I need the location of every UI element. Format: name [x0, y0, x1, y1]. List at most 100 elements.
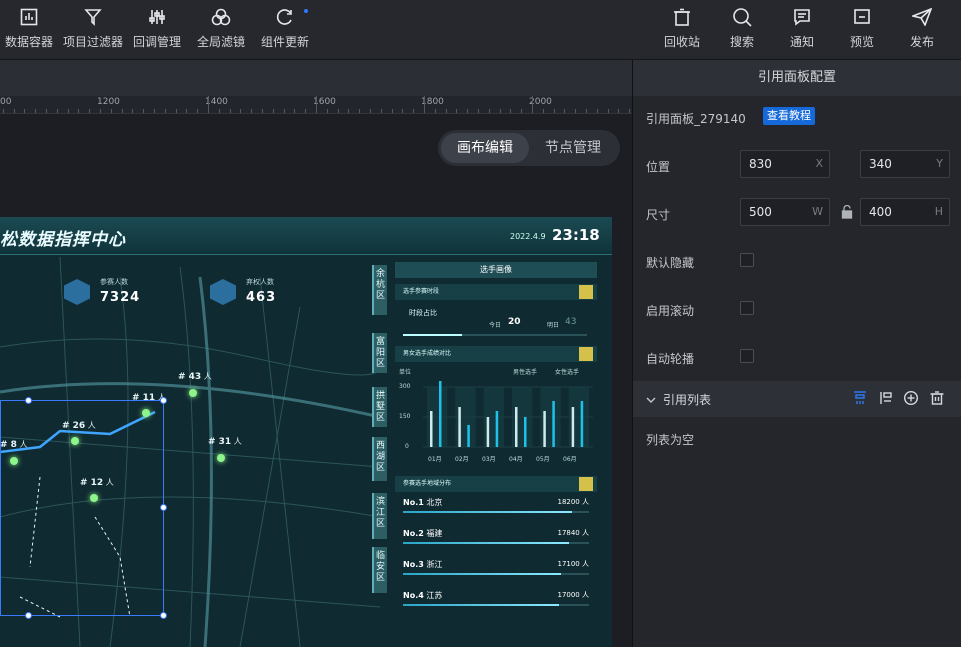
recycle-bin-button[interactable]: 回收站	[662, 6, 702, 52]
district-tab[interactable]: 滨江区	[372, 493, 387, 539]
size-label: 尺寸	[646, 208, 671, 222]
bar-male	[543, 411, 546, 447]
ruler-tick	[499, 109, 501, 113]
rank-bar-fill	[403, 511, 573, 513]
align-top-icon[interactable]	[852, 390, 868, 406]
tab-node-manage[interactable]: 节点管理	[529, 133, 617, 163]
preview-button[interactable]: 预览	[842, 6, 882, 52]
ruler-tick	[294, 109, 296, 113]
position-y-input[interactable]: 340 Y	[860, 150, 950, 178]
delete-icon[interactable]	[929, 390, 945, 406]
ruler-tick	[89, 109, 91, 113]
ruler-tick	[132, 109, 134, 113]
x-tick: 02月	[455, 456, 469, 463]
canvas-subbar	[0, 60, 632, 96]
x-tick: 01月	[428, 456, 442, 463]
config-panel: 引用面板配置 引用面板_279140 查看教程 位置 830 X 340 Y 尺寸 …	[632, 60, 961, 647]
rank-bar-track	[403, 542, 589, 544]
recycle-bin-label: 回收站	[663, 35, 700, 49]
panel-name: 引用面板_279140	[646, 112, 746, 126]
search-button[interactable]: 搜索	[722, 6, 762, 52]
callback-manage-button[interactable]: 回调管理	[132, 6, 182, 52]
ruler-tick	[586, 109, 587, 113]
ruler-tick	[186, 109, 188, 113]
district-tab[interactable]: 富阳区	[372, 333, 387, 373]
district-tab[interactable]: 余杭区	[372, 265, 387, 315]
ruler-tick	[564, 109, 566, 113]
ruler-tick	[488, 109, 490, 113]
today-label: 今日	[489, 322, 502, 329]
size-w-input[interactable]: 500 W	[740, 198, 830, 226]
rank-row: No.1 北京 18200 人	[395, 492, 597, 523]
rank-row: No.4 江苏 17000 人	[395, 585, 597, 616]
district-tab[interactable]: 拱墅区	[372, 387, 387, 427]
side-title: 选手画像	[395, 262, 597, 278]
notify-label: 通知	[789, 35, 814, 49]
screen-side-panel: 选手画像 选手参赛时段 时段占比 今日 20 明日 43 男女选手成绩对比 单位…	[395, 262, 597, 642]
project-filter-button[interactable]: 项目过滤器	[62, 6, 124, 52]
reference-list-header[interactable]: 引用列表	[633, 381, 961, 417]
ruler-tick	[326, 109, 328, 113]
notify-button[interactable]: 通知	[782, 6, 822, 52]
selection-box[interactable]	[0, 400, 164, 616]
data-container-label: 数据容器	[4, 35, 53, 49]
map-poi-marker[interactable]	[189, 389, 197, 397]
kpi-withdrawn: 弃权人数 463	[210, 277, 276, 305]
rank-row: No.2 福建 17840 人	[395, 523, 597, 554]
resize-handle[interactable]	[160, 504, 167, 511]
preview-icon	[851, 6, 873, 28]
dashboard-screen[interactable]: 松数据指挥中心 2022.4.9 23:18 参赛人数 7324 弃权人数 463 …	[0, 217, 612, 647]
time-share-fill	[403, 334, 462, 336]
district-tab[interactable]: 临安区	[372, 547, 387, 593]
bolt-icon	[579, 285, 593, 299]
list-view-icon[interactable]	[878, 390, 894, 406]
bar-female	[467, 425, 470, 447]
component-update-button[interactable]: 组件更新	[260, 6, 310, 52]
resize-handle[interactable]	[25, 397, 32, 404]
size-h-input[interactable]: 400 H	[860, 198, 950, 226]
tab-canvas-edit[interactable]: 画布编辑	[441, 133, 529, 163]
rank-bar-track	[403, 573, 589, 575]
add-icon[interactable]	[903, 390, 919, 406]
search-icon	[731, 6, 753, 28]
default-hidden-checkbox[interactable]	[740, 253, 754, 267]
auto-carousel-checkbox[interactable]	[740, 349, 754, 363]
map-label: # 43 人	[178, 372, 212, 382]
participants-icon	[64, 279, 90, 305]
view-tutorial-button[interactable]: 查看教程	[763, 107, 815, 125]
x-tick: 05月	[536, 456, 550, 463]
resize-handle[interactable]	[160, 612, 167, 619]
publish-button[interactable]: 发布	[902, 6, 942, 52]
ruler-tick	[575, 109, 577, 113]
ruler-tick	[359, 109, 361, 113]
ruler-tick	[316, 96, 317, 113]
resize-handle[interactable]	[160, 397, 167, 404]
time-share-block: 时段占比 今日 20 明日 43	[395, 300, 597, 340]
rank-value: 17100 人	[557, 560, 589, 568]
ruler-tick	[348, 109, 350, 113]
ruler-tick	[2, 109, 4, 113]
rank-value: 17000 人	[557, 591, 589, 599]
district-tab[interactable]: 西湖区	[372, 437, 387, 481]
ruler-tick	[283, 109, 285, 113]
lock-icon[interactable]	[841, 204, 853, 223]
map-poi-marker[interactable]	[217, 454, 225, 462]
position-x-input[interactable]: 830 X	[740, 150, 830, 178]
global-filter-button[interactable]: 全局滤镜	[196, 6, 246, 52]
block-header: 男女选手成绩对比	[395, 346, 597, 362]
resize-handle[interactable]	[25, 612, 32, 619]
filter-icon	[82, 6, 104, 28]
send-icon	[911, 6, 933, 28]
ruler-tick	[402, 109, 404, 113]
data-container-button[interactable]: 数据容器	[4, 6, 54, 52]
x-tick: 06月	[563, 456, 577, 463]
ruler-tick	[510, 109, 512, 113]
chevron-down-icon[interactable]	[645, 391, 657, 410]
rank-bar-fill	[403, 573, 562, 575]
screen-time: 23:18	[552, 226, 600, 244]
screen-title: 松数据指挥中心	[0, 230, 126, 250]
kpi-label: 参赛人数	[100, 278, 128, 286]
search-label: 搜索	[729, 35, 754, 49]
top-toolbar: 数据容器 项目过滤器 回调管理 全局滤镜 组件更新 回收站 搜索 通知 预览 发…	[0, 0, 961, 60]
enable-scroll-checkbox[interactable]	[740, 301, 754, 315]
